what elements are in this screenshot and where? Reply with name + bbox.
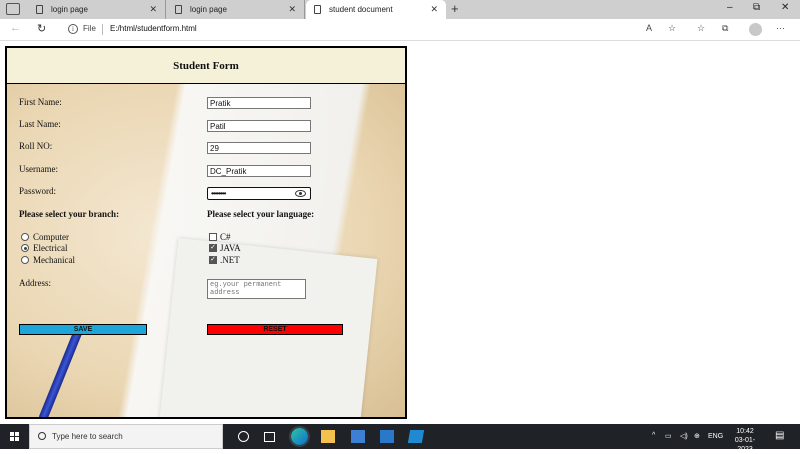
new-tab-button[interactable]: + xyxy=(451,1,459,16)
form-header: Student Form xyxy=(7,48,405,84)
mail-icon[interactable] xyxy=(380,430,394,443)
tab-close-icon[interactable]: ✕ xyxy=(288,4,296,15)
tab-login-page-2[interactable]: login page ✕ xyxy=(167,0,305,19)
language-checkbox-java[interactable]: ✓ xyxy=(209,244,217,252)
tab-actions-icon[interactable] xyxy=(6,3,20,15)
chevron-up-icon[interactable]: ^ xyxy=(652,432,655,439)
branch-radio-electrical[interactable] xyxy=(21,244,29,252)
tab-bar: login page ✕ login page ✕ student docume… xyxy=(0,0,800,19)
battery-icon[interactable]: ▭ xyxy=(665,432,672,440)
first-name-label: First Name: xyxy=(19,97,62,107)
edge-icon[interactable] xyxy=(289,426,310,447)
address-label: Address: xyxy=(19,278,51,288)
url-field[interactable]: E:/html/studentform.html xyxy=(110,24,197,33)
branch-option-label: Electrical xyxy=(33,243,68,253)
password-label: Password: xyxy=(19,186,57,196)
tab-login-page-1[interactable]: login page ✕ xyxy=(28,0,166,19)
search-placeholder: Type here to search xyxy=(52,432,123,441)
password-mask: •••••••• xyxy=(211,189,226,198)
file-explorer-icon[interactable] xyxy=(321,430,335,443)
page-icon xyxy=(314,5,321,14)
branch-option-label: Computer xyxy=(33,232,69,242)
cortana-icon[interactable] xyxy=(238,431,249,442)
address-bar: ← ↻ i File E:/html/studentform.html A ☆ … xyxy=(0,19,800,41)
branch-radio-computer[interactable] xyxy=(21,233,29,241)
refresh-icon[interactable]: ↻ xyxy=(37,22,46,35)
restore-button[interactable]: ⧉ xyxy=(753,2,760,13)
page-icon xyxy=(175,5,182,14)
language-option-label: C# xyxy=(220,232,231,242)
favorites-icon[interactable]: ☆ xyxy=(697,23,705,34)
volume-icon[interactable]: ◁) xyxy=(680,432,688,440)
scheme-label: File xyxy=(83,24,96,33)
branch-radio-mechanical[interactable] xyxy=(21,256,29,264)
taskbar: Type here to search ^ ▭ ◁) ⊕ ENG 10:42 0… xyxy=(0,424,800,453)
username-input[interactable] xyxy=(207,165,311,177)
network-globe-icon[interactable]: ⊕ xyxy=(694,432,700,440)
windows-start-icon[interactable] xyxy=(10,432,19,441)
notifications-icon[interactable]: ▤ xyxy=(775,430,784,441)
student-form: Student Form First Name: Last Name: Roll… xyxy=(5,46,407,419)
tab-close-icon[interactable]: ✕ xyxy=(430,4,438,15)
roll-no-input[interactable] xyxy=(207,142,311,154)
password-input[interactable]: •••••••• xyxy=(207,187,311,200)
taskbar-search-box[interactable]: Type here to search xyxy=(29,424,223,449)
search-icon xyxy=(38,432,46,440)
tab-close-icon[interactable]: ✕ xyxy=(149,4,157,15)
branch-option-label: Mechanical xyxy=(33,255,75,265)
reveal-password-eye-icon[interactable] xyxy=(295,190,306,197)
task-view-icon[interactable] xyxy=(264,432,275,442)
vscode-icon[interactable] xyxy=(407,430,425,443)
minimize-button[interactable]: – xyxy=(727,2,733,13)
store-icon[interactable] xyxy=(351,430,365,443)
back-arrow-icon[interactable]: ← xyxy=(10,22,21,34)
tab-label: login page xyxy=(51,5,88,14)
background-pen-image xyxy=(37,326,84,417)
page-icon xyxy=(36,5,43,14)
save-button[interactable]: SAVE xyxy=(19,324,147,335)
language-checkbox-csharp[interactable] xyxy=(209,233,217,241)
last-name-input[interactable] xyxy=(207,120,311,132)
roll-no-label: Roll NO: xyxy=(19,141,53,151)
branch-label: Please select your branch: xyxy=(19,209,120,219)
reset-button[interactable]: RESET xyxy=(207,324,343,335)
language-option-label: JAVA xyxy=(220,243,241,253)
form-title: Student Form xyxy=(173,60,239,72)
read-aloud-icon[interactable]: A xyxy=(646,23,652,33)
tab-label: login page xyxy=(190,5,227,14)
address-divider xyxy=(102,24,103,35)
language-checkbox-dotnet[interactable]: ✓ xyxy=(209,256,217,264)
clock-date: 03-01-2023 xyxy=(734,437,756,453)
language-indicator[interactable]: ENG xyxy=(708,433,723,440)
profile-avatar[interactable] xyxy=(749,23,762,36)
first-name-input[interactable] xyxy=(207,97,311,109)
tab-student-document[interactable]: student document ✕ xyxy=(306,0,446,19)
language-option-label: .NET xyxy=(220,255,240,265)
language-label: Please select your language: xyxy=(207,209,315,219)
address-textarea[interactable] xyxy=(207,279,306,299)
last-name-label: Last Name: xyxy=(19,119,61,129)
more-menu-icon[interactable]: ··· xyxy=(776,23,785,33)
clock-time: 10:42 xyxy=(736,428,754,435)
username-label: Username: xyxy=(19,164,58,174)
taskbar-clock[interactable]: 10:42 03-01-2023 xyxy=(728,427,762,454)
favorite-add-icon[interactable]: ☆ xyxy=(668,23,676,34)
info-icon[interactable]: i xyxy=(68,24,78,34)
tab-label: student document xyxy=(329,5,393,14)
close-window-button[interactable]: ✕ xyxy=(781,2,789,13)
collections-icon[interactable]: ⧉ xyxy=(722,23,728,34)
